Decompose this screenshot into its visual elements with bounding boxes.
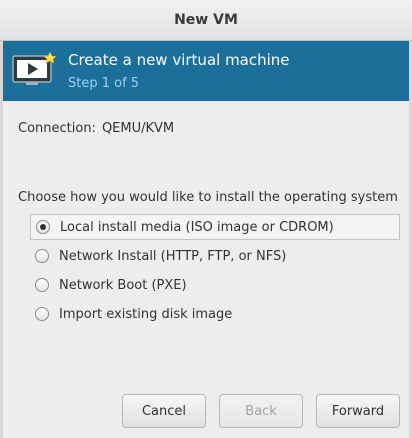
window-title: New VM [174, 12, 238, 28]
option-label: Import existing disk image [59, 306, 233, 322]
monitor-play-icon [12, 51, 57, 88]
install-prompt: Choose how you would like to install the… [18, 190, 398, 205]
cancel-button[interactable]: Cancel [122, 394, 206, 428]
radio-button[interactable] [35, 278, 49, 292]
back-button[interactable]: Back [219, 394, 303, 428]
wizard-step: Step 1 of 5 [68, 76, 140, 91]
radio-button[interactable] [36, 220, 50, 234]
wizard-title: Create a new virtual machine [68, 51, 290, 69]
window-titlebar[interactable]: New VM [0, 0, 412, 41]
option-label: Network Install (HTTP, FTP, or NFS) [59, 248, 287, 264]
option-label: Local install media (ISO image or CDROM) [60, 219, 334, 235]
radio-button[interactable] [35, 249, 49, 263]
radio-button[interactable] [35, 307, 49, 321]
install-options: Local install media (ISO image or CDROM)… [30, 214, 400, 330]
option-local-install-media[interactable]: Local install media (ISO image or CDROM) [30, 214, 400, 240]
option-label: Network Boot (PXE) [59, 277, 187, 293]
connection-row: Connection: QEMU/KVM [18, 121, 174, 136]
connection-label: Connection: [18, 121, 96, 136]
wizard-header: Create a new virtual machine Step 1 of 5 [3, 41, 409, 101]
option-import-disk-image[interactable]: Import existing disk image [30, 301, 400, 327]
option-network-install[interactable]: Network Install (HTTP, FTP, or NFS) [30, 243, 400, 269]
forward-button[interactable]: Forward [316, 394, 400, 428]
option-network-boot[interactable]: Network Boot (PXE) [30, 272, 400, 298]
connection-value: QEMU/KVM [101, 121, 175, 136]
